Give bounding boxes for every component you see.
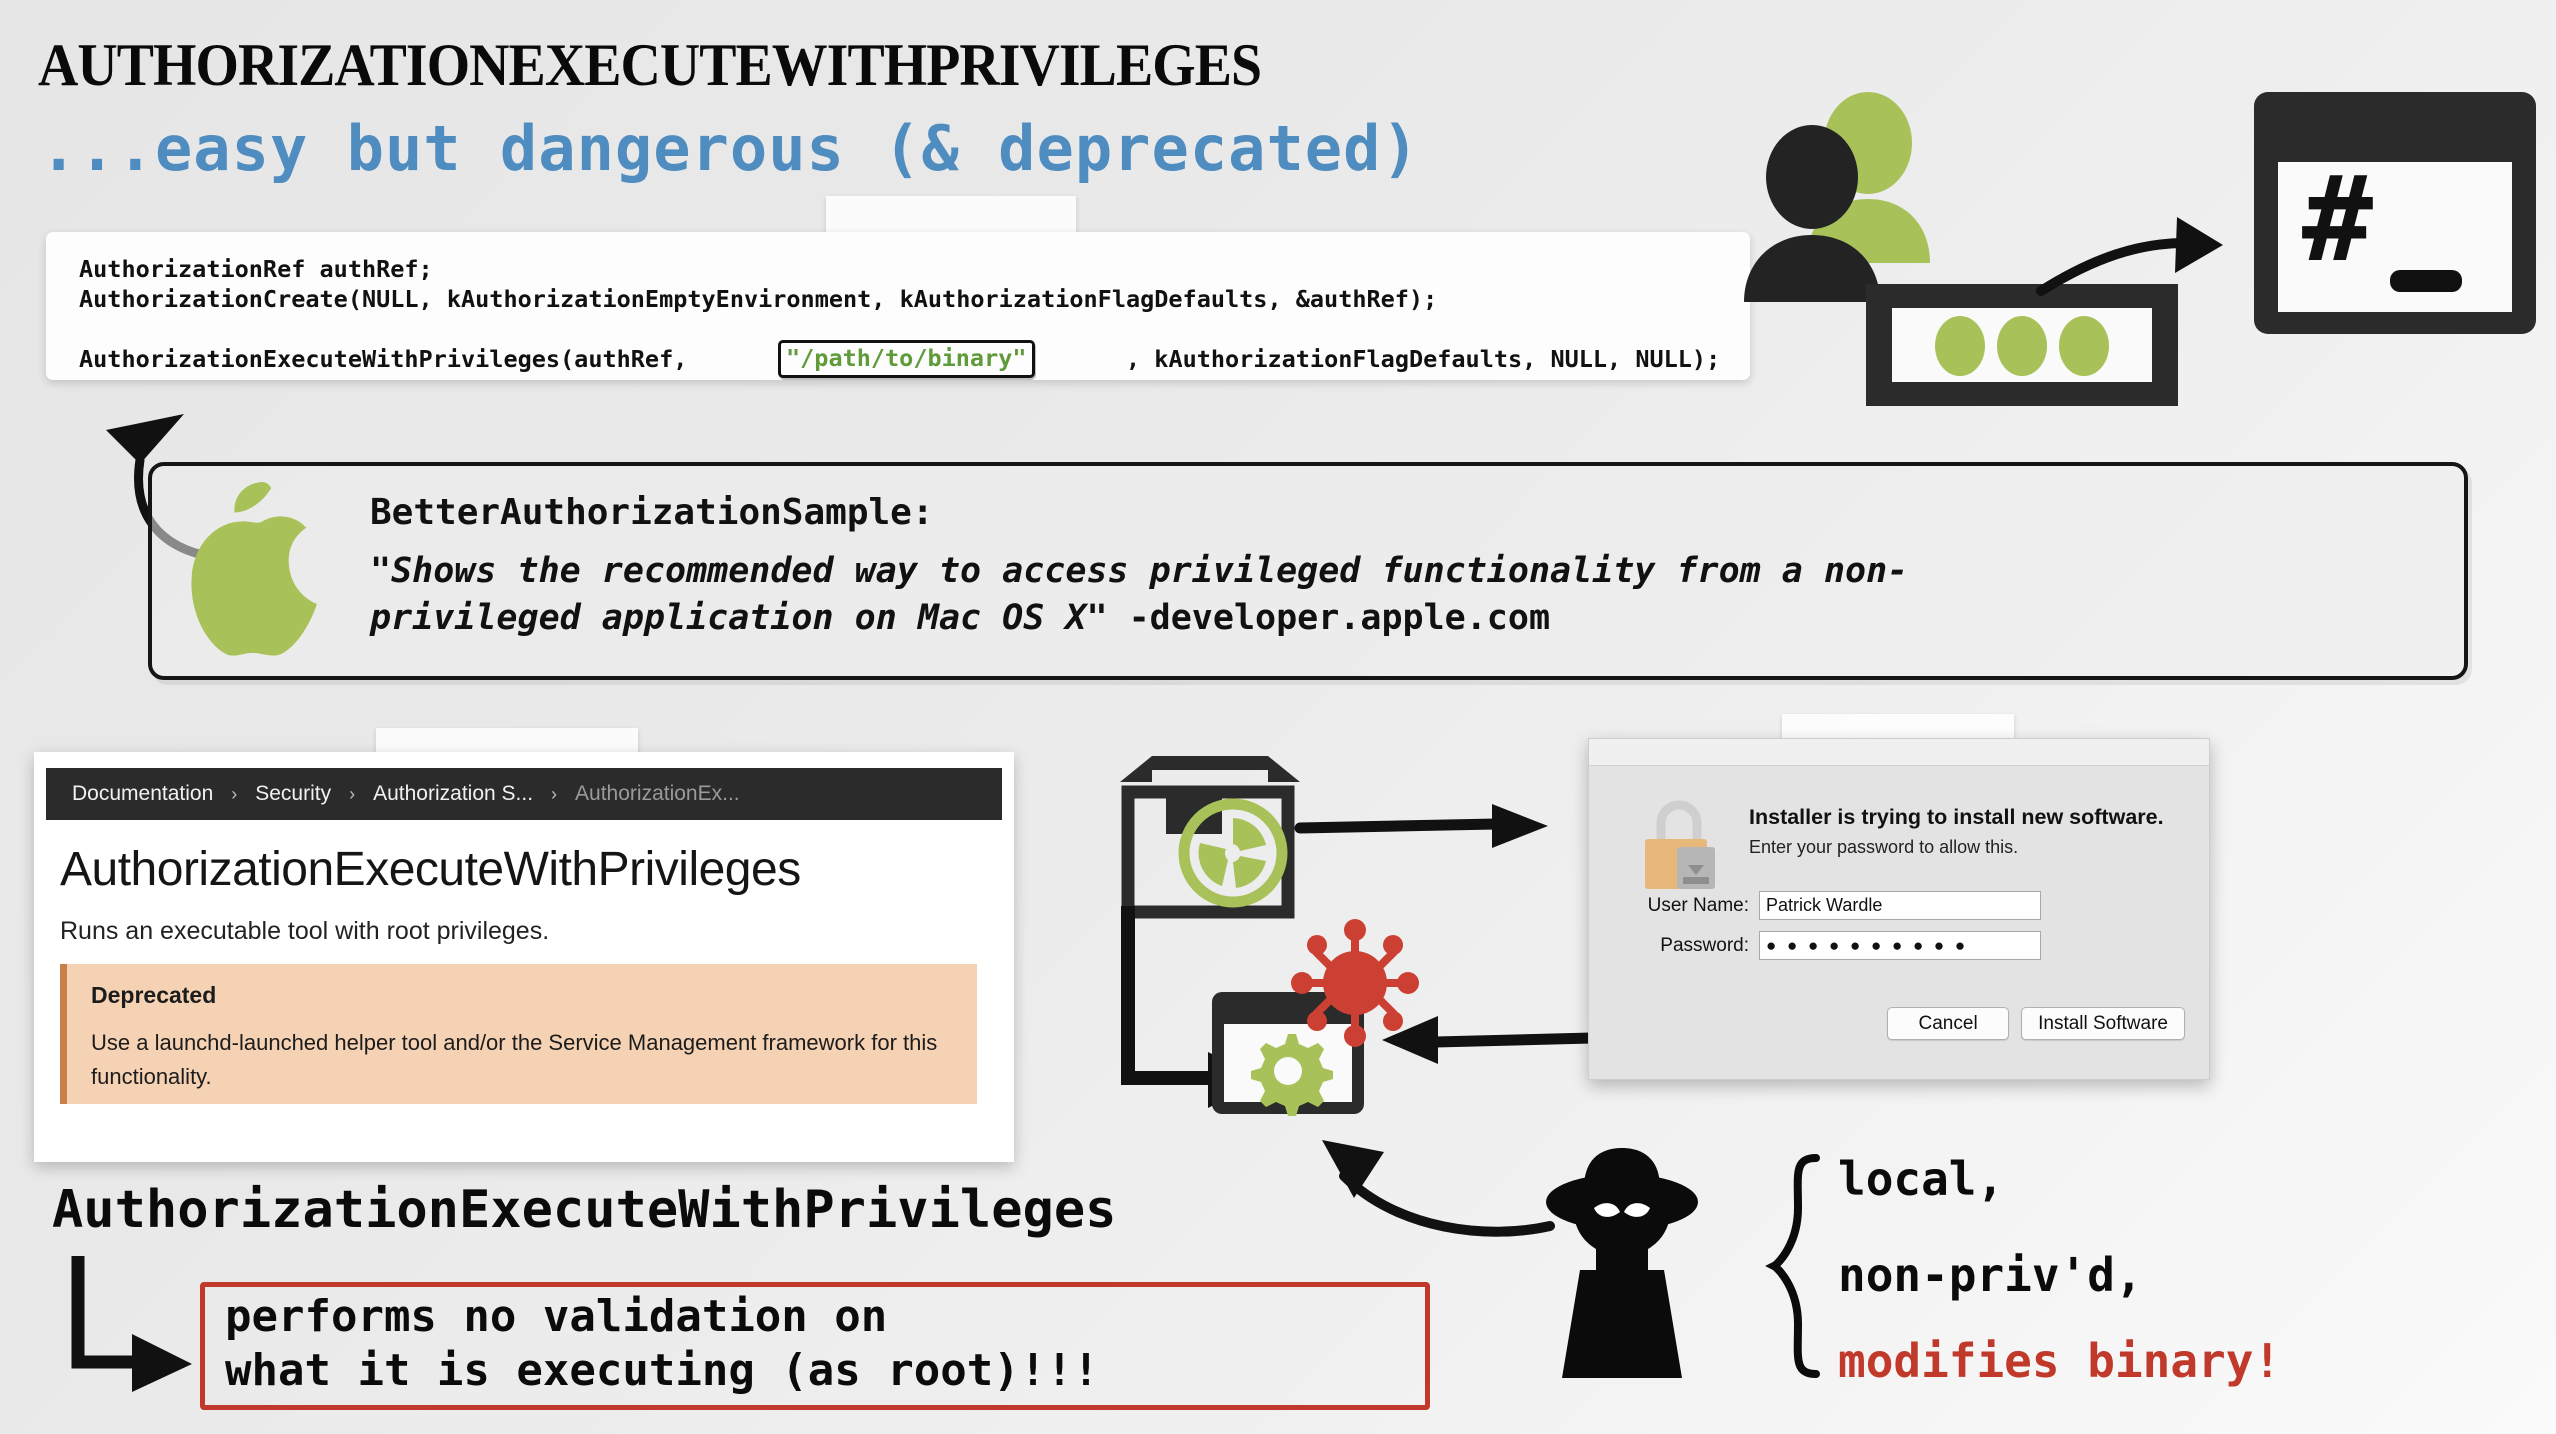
breadcrumb-sep-1: › xyxy=(349,783,356,804)
warning-line-1: performs no validation on xyxy=(225,1291,888,1342)
deprecated-heading: Deprecated xyxy=(91,982,217,1008)
documentation-panel: Documentation › Security › Authorization… xyxy=(34,752,1014,1162)
breadcrumb-sep-2: › xyxy=(551,783,558,804)
users-icon xyxy=(1744,92,1930,302)
lock-icon xyxy=(1645,800,1715,889)
cancel-button[interactable]: Cancel xyxy=(1887,1007,2010,1040)
apple-logo-icon xyxy=(191,482,317,656)
hacker-icon xyxy=(1546,1148,1698,1378)
breadcrumb-item-1[interactable]: Security xyxy=(255,782,331,806)
code-line-1: AuthorizationRef authRef; xyxy=(79,255,433,283)
password-input[interactable]: ● ● ● ● ● ● ● ● ● ● xyxy=(1759,931,2041,960)
password-label: Password: xyxy=(1660,934,1749,956)
curly-brace-icon xyxy=(1765,1154,1820,1378)
password-row: Password: ● ● ● ● ● ● ● ● ● ● xyxy=(1589,931,2041,960)
apple-quote-text: "Shows the recommended way to access pri… xyxy=(370,548,2430,642)
apple-quote-heading: BetterAuthorizationSample: xyxy=(370,492,934,533)
auth-dialog: Installer is trying to install new softw… xyxy=(1588,738,2210,1080)
auth-subheading: Enter your password to allow this. xyxy=(1749,837,2019,857)
warning-box: performs no validation on what it is exe… xyxy=(200,1282,1430,1410)
deprecated-callout: Deprecated Use a launchd-launched helper… xyxy=(60,964,977,1104)
breadcrumb: Documentation › Security › Authorization… xyxy=(46,768,1002,820)
slide-root: AuthorizationExecuteWithPrivileges ...ea… xyxy=(0,0,2556,1434)
code-line-3-prefix: AuthorizationExecuteWithPrivileges(authR… xyxy=(79,345,702,373)
breadcrumb-item-2[interactable]: Authorization S... xyxy=(373,782,533,806)
install-software-button[interactable]: Install Software xyxy=(2021,1007,2185,1040)
attacker-item-2: modifies binary! xyxy=(1838,1334,2282,1388)
warning-line-2: what it is executing (as root)!!! xyxy=(225,1345,1100,1396)
code-highlight-path: "/path/to/binary" xyxy=(778,340,1035,378)
doc-description: Runs an executable tool with root privil… xyxy=(60,917,550,945)
page-title: AuthorizationExecuteWithPrivileges xyxy=(38,8,1262,104)
terminal-root-icon: # xyxy=(2254,92,2536,334)
auth-dialog-titlebar xyxy=(1589,739,2209,766)
username-label: User Name: xyxy=(1647,894,1749,916)
bottom-api-name: AuthorizationExecuteWithPrivileges xyxy=(52,1180,1117,1240)
doc-title: AuthorizationExecuteWithPrivileges xyxy=(60,843,801,896)
breadcrumb-item-3: AuthorizationEx... xyxy=(575,782,740,805)
attacker-item-1: non-priv'd, xyxy=(1838,1248,2143,1302)
apple-quote-attribution: -developer.apple.com xyxy=(1107,598,1551,638)
install-disc-icon xyxy=(1178,798,1288,908)
arrow-users-to-terminal-icon xyxy=(2036,217,2223,296)
apple-quote-box: BetterAuthorizationSample: "Shows the re… xyxy=(148,462,2468,680)
arrow-package-right-icon xyxy=(1294,804,1548,848)
code-line-3-suffix: , kAuthorizationFlagDefaults, NULL, NULL… xyxy=(1126,345,1721,373)
code-line-2: AuthorizationCreate(NULL, kAuthorization… xyxy=(79,285,1438,313)
breadcrumb-item-0[interactable]: Documentation xyxy=(72,782,213,806)
breadcrumb-sep-0: › xyxy=(231,783,238,804)
arrow-dialog-to-gear-icon xyxy=(1382,1016,1598,1064)
apple-quote-line2: privileged application on Mac OS X" xyxy=(370,598,1108,638)
attacker-item-0: local, xyxy=(1838,1152,2005,1206)
apple-quote-line1: "Shows the recommended way to access pri… xyxy=(370,551,1909,591)
auth-heading: Installer is trying to install new softw… xyxy=(1749,805,2164,829)
svg-text:#: # xyxy=(2302,150,2373,288)
username-row: User Name: Patrick Wardle xyxy=(1589,891,2041,920)
deprecated-body: Use a launchd-launched helper tool and/o… xyxy=(91,1030,938,1089)
page-subtitle: ...easy but dangerous (& deprecated) xyxy=(40,112,1420,185)
username-input[interactable]: Patrick Wardle xyxy=(1759,891,2041,920)
elbow-arrow-icon xyxy=(71,1256,192,1392)
